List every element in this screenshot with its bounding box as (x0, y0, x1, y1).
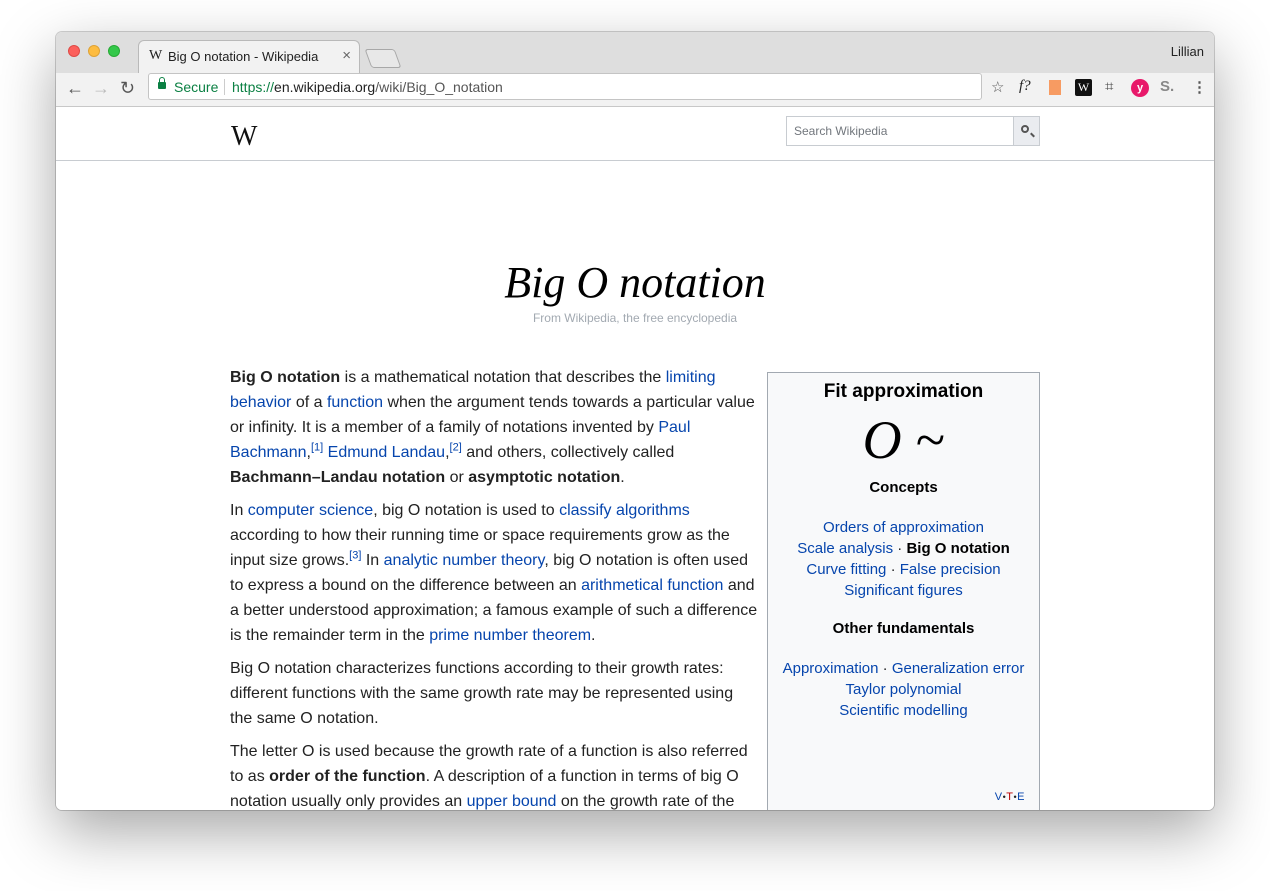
text-span: and others, collectively called (461, 444, 675, 461)
citation-link[interactable]: [2] (450, 442, 462, 454)
secure-label: Secure (174, 79, 219, 95)
crop-icon[interactable]: ⌗ (1105, 78, 1113, 95)
link-taylor-polynomial[interactable]: Taylor polynomial (846, 681, 962, 698)
back-arrow-icon[interactable]: ← (66, 78, 84, 99)
article-body: Big O notation is a mathematical notatio… (230, 365, 758, 810)
search-input[interactable] (787, 117, 1027, 145)
current-page-item: Big O notation (906, 540, 1010, 557)
search-box (786, 116, 1040, 146)
list-separator: · (878, 660, 892, 677)
paragraph-2: In computer science, big O notation is u… (230, 498, 758, 648)
url-text[interactable]: https://en.wikipedia.org/wiki/Big_O_nota… (232, 79, 503, 95)
citation-link[interactable]: [3] (349, 550, 361, 562)
link-generalization-error[interactable]: Generalization error (892, 660, 1025, 677)
url-host: en.wikipedia.org (274, 79, 376, 95)
other-fundamentals-heading: Other fundamentals (832, 620, 975, 637)
close-window-button[interactable] (68, 45, 80, 57)
wiki-header: W (56, 107, 1214, 161)
link-function[interactable]: function (327, 394, 383, 411)
bold-term: Bachmann–Landau notation (230, 469, 446, 486)
link-significant-figures[interactable]: Significant figures (844, 582, 962, 599)
link-scale-analysis[interactable]: Scale analysis (797, 540, 893, 557)
text-span: In (230, 502, 248, 519)
tab-title: Big O notation - Wikipedia (168, 49, 319, 64)
lock-icon (158, 77, 166, 89)
link-edmund-landau[interactable]: Edmund Landau (328, 444, 445, 461)
bookmark-icon[interactable] (1049, 80, 1061, 95)
url-scheme: https:// (232, 79, 275, 95)
navbox-vte: V•T•E (995, 791, 1025, 803)
page-title: Big O notation (504, 258, 766, 307)
concepts-list: Orders of approximation Scale analysis ·… (768, 517, 1039, 601)
text-span: , big O notation is used to (373, 502, 560, 519)
address-bar[interactable]: Secure https://en.wikipedia.org/wiki/Big… (148, 73, 982, 100)
text-span: of a (291, 394, 327, 411)
link-orders-of-approximation[interactable]: Orders of approximation (823, 519, 984, 536)
tab-strip: W Big O notation - Wikipedia × Lillian (56, 32, 1214, 74)
link-scientific-modelling[interactable]: Scientific modelling (839, 702, 967, 719)
other-fundamentals-list: Approximation · Generalization error Tay… (768, 658, 1039, 721)
link-classify-algorithms[interactable]: classify algorithms (559, 502, 690, 519)
y-extension-icon[interactable]: y (1131, 79, 1149, 97)
citation-link[interactable]: [1] (311, 442, 323, 454)
infobox-sidebar: Fit approximation O ~ Concepts Orders of… (767, 372, 1040, 810)
search-icon (1021, 125, 1029, 133)
link-analytic-number-theory[interactable]: analytic number theory (384, 552, 545, 569)
search-button[interactable] (1013, 117, 1039, 145)
text-span: . (620, 469, 625, 486)
infobox-title: Fit approximation (823, 381, 984, 402)
fquestion-extension-icon[interactable]: f? (1019, 78, 1031, 95)
link-prime-number-theorem[interactable]: prime number theorem (429, 627, 591, 644)
zoom-window-button[interactable] (108, 45, 120, 57)
text-span: is a mathematical notation that describe… (340, 369, 666, 386)
forward-arrow-icon[interactable]: → (92, 78, 110, 99)
s-extension-icon[interactable]: S. (1160, 78, 1174, 95)
bold-term: Big O notation (230, 369, 341, 386)
link-computer-science[interactable]: computer science (248, 502, 373, 519)
browser-toolbar: ← → ↻ Secure https://en.wikipedia.org/wi… (56, 73, 1214, 107)
citation-3: [3] (349, 550, 361, 562)
link-arithmetical-function[interactable]: arithmetical function (581, 577, 723, 594)
url-path: /wiki/Big_O_notation (375, 79, 503, 95)
text-span: In (361, 552, 384, 569)
paragraph-1: Big O notation is a mathematical notatio… (230, 369, 755, 486)
citation-2: [2] (450, 442, 462, 454)
link-false-precision[interactable]: False precision (900, 561, 1001, 578)
talk-template-link[interactable]: T (1006, 791, 1013, 803)
tab-close-icon[interactable]: × (342, 47, 351, 64)
wikipedia-logo[interactable]: W (231, 121, 257, 153)
edit-template-link[interactable]: E (1017, 791, 1025, 803)
reload-icon[interactable]: ↻ (120, 78, 135, 99)
list-separator: · (886, 561, 900, 578)
star-icon[interactable]: ☆ (991, 78, 1004, 96)
menu-kebab-icon[interactable]: ⋮ (1192, 78, 1207, 96)
page-tagline: From Wikipedia, the free encyclopedia (532, 311, 738, 325)
link-approximation[interactable]: Approximation (783, 660, 879, 677)
browser-window: W Big O notation - Wikipedia × Lillian ←… (56, 32, 1214, 810)
paragraph-4: The letter O is used because the growth … (230, 739, 758, 810)
bold-term: asymptotic notation (468, 469, 621, 486)
minimize-window-button[interactable] (88, 45, 100, 57)
paragraph-3: Big O notation characterizes functions a… (230, 660, 734, 727)
wikipedia-favicon-icon: W (149, 48, 163, 63)
concepts-heading: Concepts (869, 479, 938, 496)
bold-term: order of the function (269, 768, 426, 785)
text-span: . (591, 627, 596, 644)
profile-name[interactable]: Lillian (1171, 44, 1204, 59)
page-content: Big O notation From Wikipedia, the free … (56, 161, 1214, 810)
list-separator: · (893, 540, 907, 557)
text-span: or (445, 469, 469, 486)
link-upper-bound[interactable]: upper bound (467, 793, 557, 810)
wikiwand-extension-icon[interactable]: W (1075, 79, 1092, 96)
infobox-glyph: O ~ (862, 410, 945, 470)
text-span: on the growth rate of the (556, 793, 735, 810)
link-curve-fitting[interactable]: Curve fitting (806, 561, 886, 578)
address-separator (224, 79, 225, 95)
new-tab-button[interactable] (364, 49, 402, 68)
view-template-link[interactable]: V (995, 791, 1003, 803)
citation-1: [1] (311, 442, 323, 454)
browser-tab[interactable]: W Big O notation - Wikipedia × (138, 40, 360, 74)
